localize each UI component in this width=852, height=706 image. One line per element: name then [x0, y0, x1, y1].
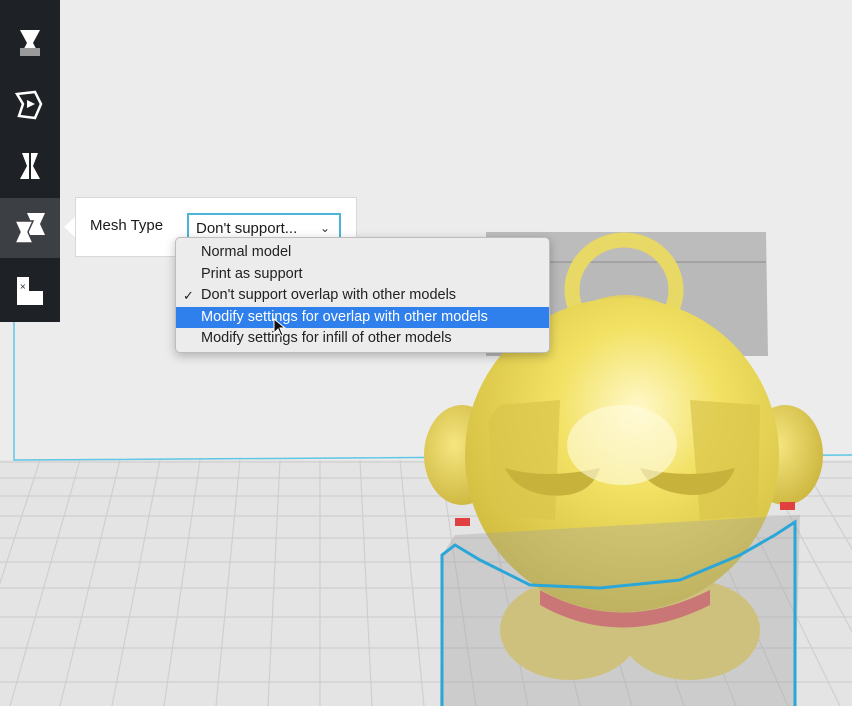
- check-icon: ✓: [183, 288, 194, 303]
- option-modify-settings-infill[interactable]: Modify settings for infill of other mode…: [176, 328, 549, 350]
- svg-text:×: ×: [20, 282, 27, 291]
- rotate-tool-button[interactable]: [0, 75, 60, 135]
- option-normal-model[interactable]: Normal model: [176, 242, 549, 264]
- toolbar: ×: [0, 0, 60, 322]
- chevron-down-icon: ⌄: [319, 221, 330, 235]
- mesh-type-dropdown: Normal model Print as support ✓ Don't su…: [175, 237, 550, 353]
- option-modify-settings-overlap[interactable]: Modify settings for overlap with other m…: [176, 306, 549, 328]
- mesh-overlap-box[interactable]: [440, 515, 800, 706]
- mirror-tool-icon: [20, 151, 40, 181]
- mesh-type-selected-value: Don't support...: [196, 219, 298, 237]
- move-tool-icon: [20, 30, 40, 56]
- support-blocker-button[interactable]: ×: [0, 260, 60, 320]
- mouse-cursor-icon: [273, 318, 287, 337]
- support-blocker-icon: ×: [17, 277, 43, 305]
- mesh-type-label: Mesh Type: [90, 217, 164, 234]
- move-tool-button[interactable]: [0, 13, 60, 73]
- per-model-settings-button[interactable]: [0, 198, 60, 258]
- rotate-tool-icon: [14, 90, 43, 120]
- option-dont-support-overlap[interactable]: ✓ Don't support overlap with other model…: [176, 285, 549, 307]
- 3d-viewport[interactable]: [0, 0, 852, 706]
- option-print-as-support[interactable]: Print as support: [176, 264, 549, 286]
- mirror-tool-button[interactable]: [0, 136, 60, 196]
- per-model-settings-icon: [13, 213, 45, 244]
